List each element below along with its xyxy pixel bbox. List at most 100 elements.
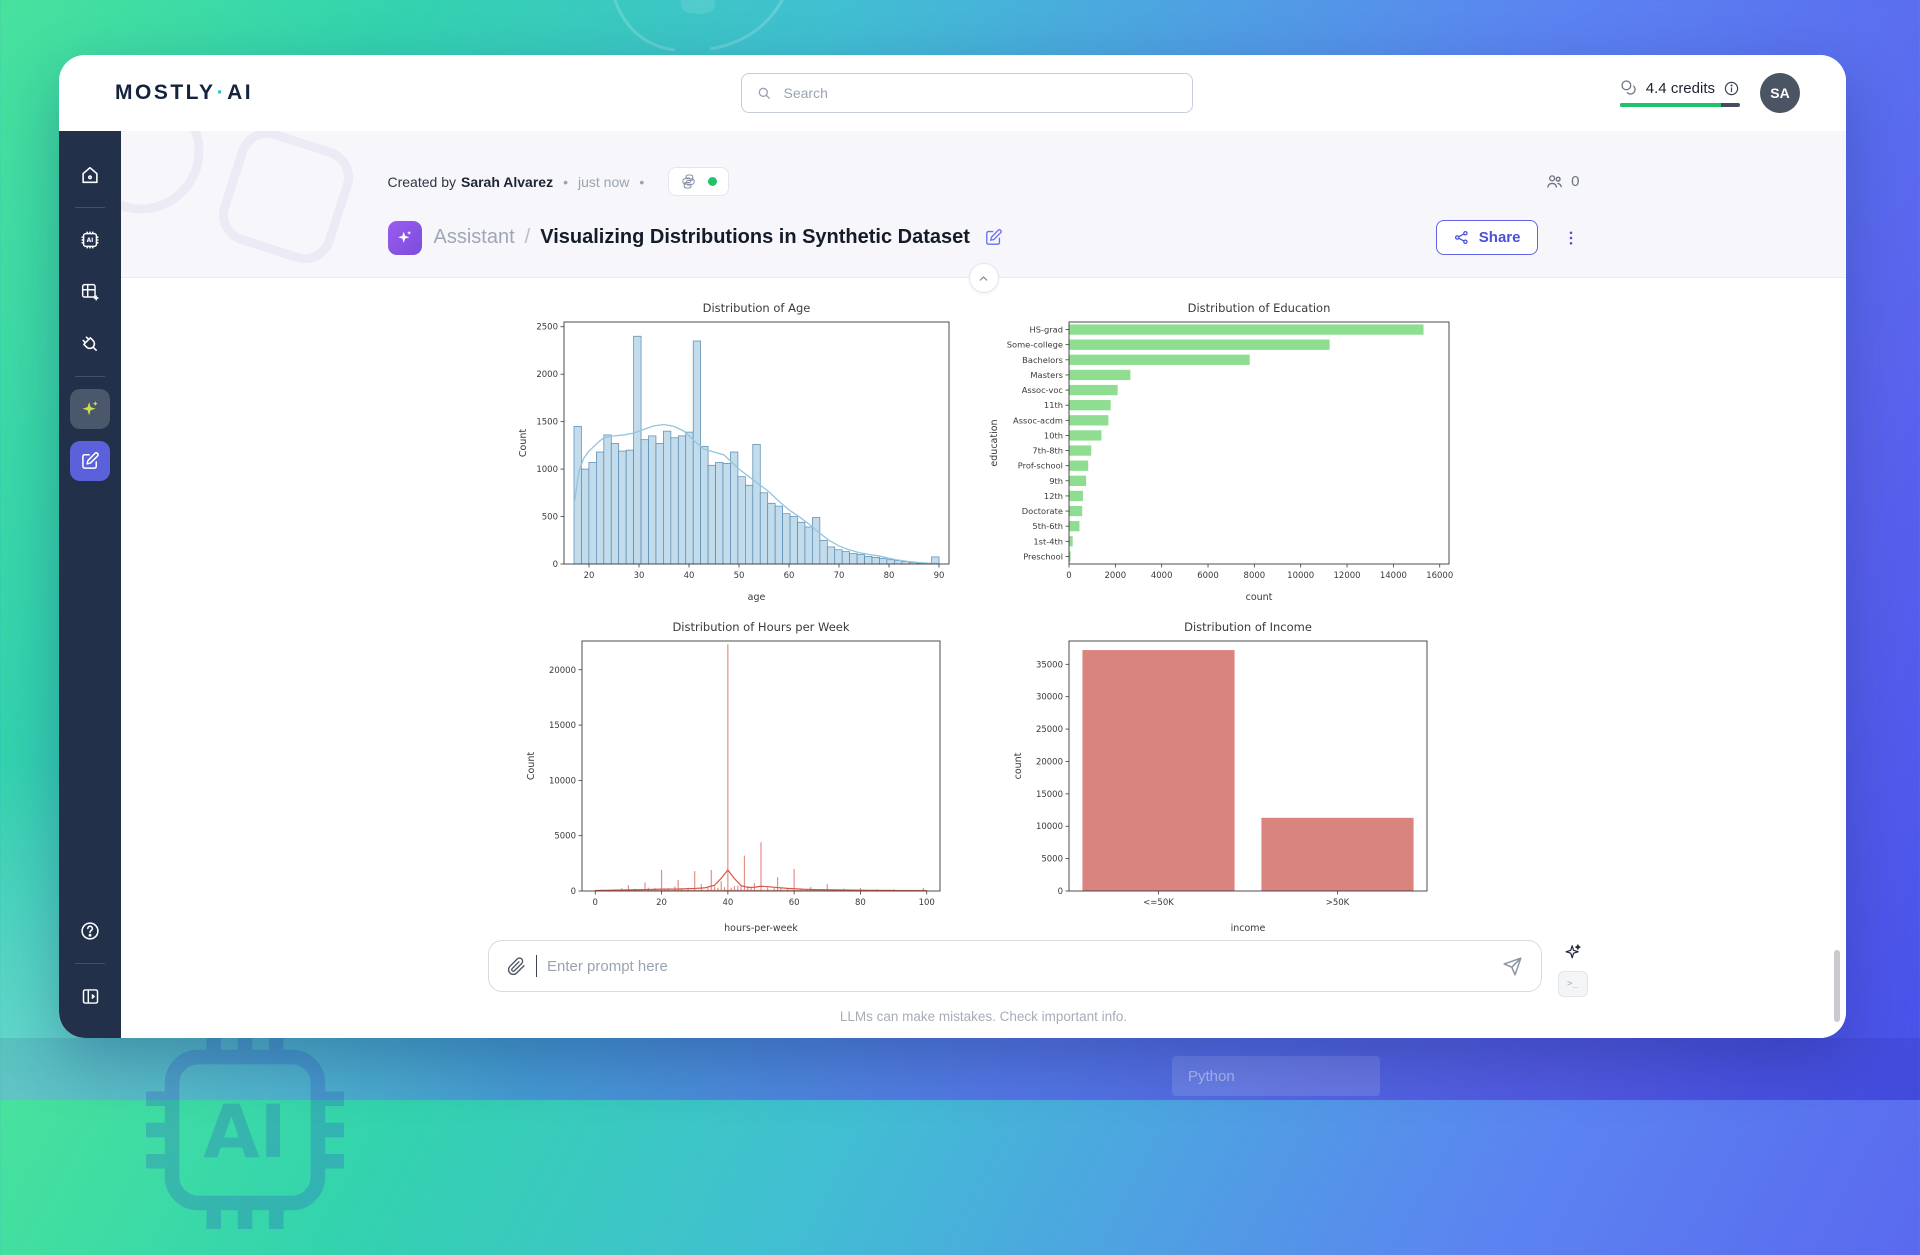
title-row: Assistant / Visualizing Distributions in… [388,220,1580,255]
send-button[interactable] [1502,956,1523,977]
dataset-new-icon [79,281,101,303]
ai-chip-doodle: AI [120,1005,370,1255]
credits-indicator[interactable]: 4.4 credits [1620,79,1740,107]
svg-text:education: education [989,419,1000,466]
svg-text:12th: 12th [1043,490,1062,500]
svg-text:Masters: Masters [1030,369,1063,379]
kernel-status-dot [708,177,717,186]
scrollbar-thumb[interactable] [1834,950,1840,1022]
sidebar-item-help[interactable] [70,911,110,951]
share-label: Share [1479,229,1521,246]
background-python-tooltip: Python [1172,1056,1380,1096]
svg-text:1000: 1000 [536,465,558,475]
svg-text:4000: 4000 [1150,571,1172,581]
svg-text:0: 0 [592,898,597,908]
svg-text:20000: 20000 [1035,757,1062,767]
svg-text:35000: 35000 [1035,660,1062,670]
sidebar-item-models[interactable]: AI [70,220,110,260]
mostly-ai-logo[interactable]: MOSTLY·AI [115,81,253,105]
svg-text:10th: 10th [1043,430,1062,440]
topbar-right: 4.4 credits SA [1620,73,1800,113]
attach-button[interactable] [507,957,526,976]
svg-text:HS-grad: HS-grad [1029,324,1063,334]
sidebar-item-datasets[interactable] [70,272,110,312]
main-area: Created by Sarah Alvarez • just now • [121,131,1846,1038]
svg-text:6000: 6000 [1197,571,1219,581]
topbar: MOSTLY·AI 4.4 credits SA [59,55,1846,131]
more-options-button[interactable] [1562,229,1580,247]
search-input[interactable] [741,73,1193,113]
magic-prompt-button[interactable] [1563,942,1583,962]
chevron-up-icon [976,271,991,286]
svg-text:0: 0 [1057,887,1062,897]
svg-text:Some-college: Some-college [1006,339,1062,349]
svg-text:AI: AI [87,238,94,244]
sidebar-item-connectors[interactable] [70,324,110,364]
svg-text:Doctorate: Doctorate [1021,506,1062,516]
band-doodle [121,131,381,277]
python-icon [680,173,697,190]
svg-text:Count: Count [526,751,537,779]
prompt-input[interactable]: Enter prompt here [488,940,1542,992]
app-window: MOSTLY·AI 4.4 credits SA [59,55,1846,1038]
svg-text:30000: 30000 [1035,692,1062,702]
svg-text:7th-8th: 7th-8th [1032,445,1063,455]
assistant-app-icon [388,221,422,255]
svg-text:0: 0 [553,560,558,570]
chart-hours-histogram: 02040608010005000100001500020000Distribu… [497,611,979,940]
avatar[interactable]: SA [1760,73,1800,113]
svg-text:hours-per-week: hours-per-week [724,923,798,934]
ai-chip-icon: AI [79,229,101,251]
svg-text:40: 40 [722,898,733,908]
svg-text:15000: 15000 [1035,789,1062,799]
sidebar-divider [75,963,105,964]
svg-text:count: count [1245,592,1272,603]
svg-text:14000: 14000 [1379,571,1406,581]
svg-text:20: 20 [584,571,595,581]
sidebar-collapse-toggle[interactable] [70,976,110,1016]
chart-age-histogram: 203040506070809005001000150020002500Dist… [497,292,979,609]
search-field[interactable] [782,84,1178,102]
paperclip-icon [507,957,526,976]
sidebar-item-home[interactable] [70,155,110,195]
text-cursor [536,955,538,977]
svg-text:0: 0 [570,887,575,897]
collapse-header-button[interactable] [969,263,999,293]
svg-text:100: 100 [918,898,934,908]
sidebar-item-assistant-active[interactable] [70,389,110,429]
coins-icon [1620,79,1638,97]
svg-text:Distribution of Income: Distribution of Income [1184,620,1312,634]
svg-text:<=50K: <=50K [1143,898,1174,908]
sidebar-divider [75,207,105,208]
svg-text:Assoc-acdm: Assoc-acdm [1013,415,1063,425]
svg-text:20: 20 [656,898,667,908]
share-button[interactable]: Share [1436,220,1538,255]
breadcrumb-app[interactable]: Assistant [434,226,515,249]
sparkle-icon [395,228,414,247]
rename-button[interactable] [984,228,1003,247]
help-icon [79,920,101,942]
svg-text:1st-4th: 1st-4th [1033,536,1063,546]
sidebar-divider [75,376,105,377]
info-icon[interactable] [1723,80,1740,97]
svg-text:10000: 10000 [548,776,575,786]
kernel-status-pill[interactable] [668,167,729,196]
conversation-header: Created by Sarah Alvarez • just now • [121,131,1846,277]
svg-text:10000: 10000 [1035,822,1062,832]
svg-text:Prof-school: Prof-school [1017,460,1062,470]
svg-text:60: 60 [788,898,799,908]
terminal-button[interactable]: >_ [1558,971,1588,997]
python-label: Python [1188,1068,1235,1085]
svg-text:500: 500 [542,512,558,522]
sidebar-item-editor-active[interactable] [70,441,110,481]
prompt-placeholder: Enter prompt here [547,958,1492,975]
kebab-icon [1562,229,1580,247]
logo-dot: · [217,81,227,104]
svg-text:10000: 10000 [1287,571,1314,581]
svg-text:9th: 9th [1049,475,1063,485]
disclaimer-text: LLMs can make mistakes. Check important … [121,997,1846,1038]
svg-text:age: age [748,592,766,603]
prompt-side-tools: >_ [1558,940,1588,997]
svg-text:20000: 20000 [548,665,575,675]
svg-text:1500: 1500 [536,417,558,427]
